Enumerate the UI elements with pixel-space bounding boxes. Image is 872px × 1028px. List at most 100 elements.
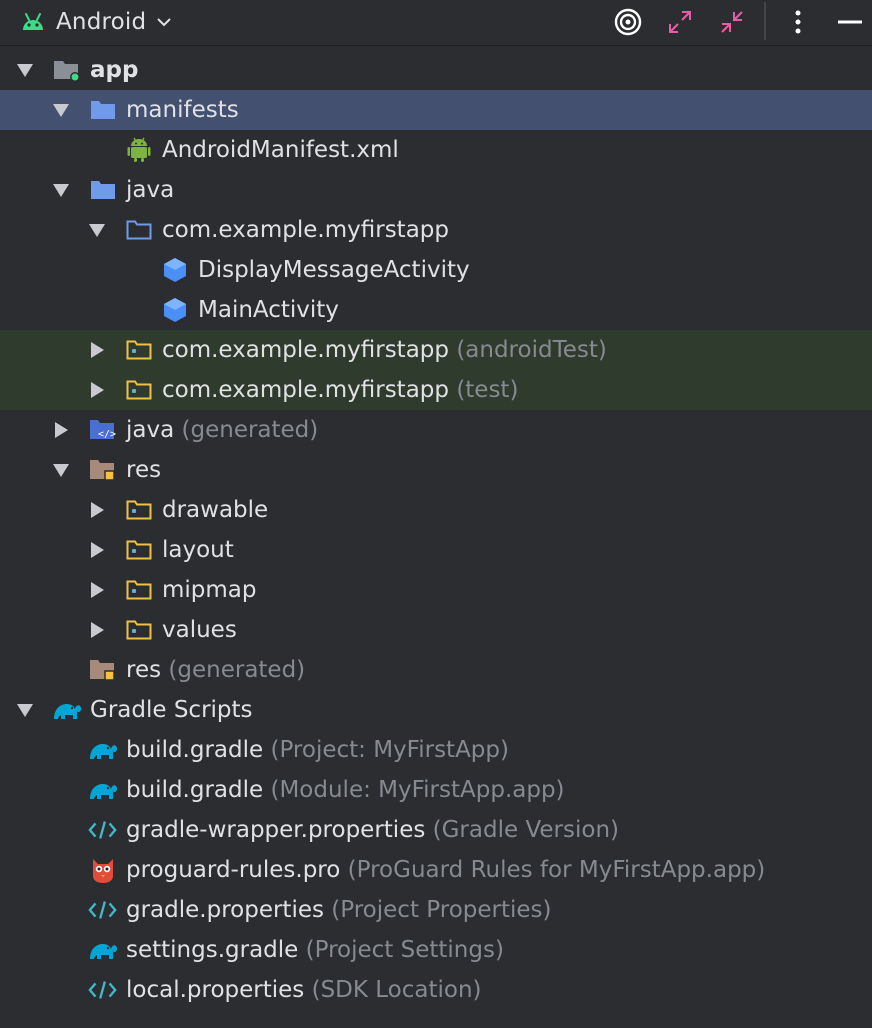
tree-node-label: app xyxy=(90,56,138,84)
tree-node-com-example-myfirstapp[interactable]: com.example.myfirstapp xyxy=(0,210,872,250)
tree-node-label: manifests xyxy=(126,96,239,124)
node-name: MainActivity xyxy=(198,297,339,323)
tree-node-settings-gradle-project-settings[interactable]: settings.gradle (Project Settings) xyxy=(0,930,872,970)
collapsed-arrow-icon[interactable] xyxy=(88,381,106,399)
source-folder-icon xyxy=(124,338,154,362)
tree-node-label: res (generated) xyxy=(126,656,305,684)
tree-node-label: local.properties (SDK Location) xyxy=(126,976,482,1004)
source-folder-icon xyxy=(124,618,154,642)
node-hint: (generated) xyxy=(181,417,319,443)
node-name: gradle-wrapper.properties xyxy=(126,817,426,843)
node-name: drawable xyxy=(162,497,269,523)
node-name: build.gradle xyxy=(126,737,264,763)
tree-node-label: settings.gradle (Project Settings) xyxy=(126,936,504,964)
tree-node-app[interactable]: app xyxy=(0,50,872,90)
tree-node-displaymessageactivity[interactable]: DisplayMessageActivity xyxy=(0,250,872,290)
tree-node-label: DisplayMessageActivity xyxy=(198,256,470,284)
target-icon xyxy=(614,8,642,36)
resource-folder-icon xyxy=(88,458,118,482)
node-name: res xyxy=(126,457,162,483)
node-name: res xyxy=(126,657,162,683)
tree-node-com-example-myfirstapp-test[interactable]: com.example.myfirstapp (test) xyxy=(0,370,872,410)
collapsed-arrow-icon[interactable] xyxy=(88,621,106,639)
tree-node-layout[interactable]: layout xyxy=(0,530,872,570)
node-hint: (test) xyxy=(456,377,519,403)
expanded-arrow-icon[interactable] xyxy=(88,221,106,239)
node-name: build.gradle xyxy=(126,777,264,803)
tree-node-com-example-myfirstapp-androidtest[interactable]: com.example.myfirstapp (androidTest) xyxy=(0,330,872,370)
tree-node-values[interactable]: values xyxy=(0,610,872,650)
tree-node-label: layout xyxy=(162,536,234,564)
tree-node-local-properties-sdk-location[interactable]: local.properties (SDK Location) xyxy=(0,970,872,1010)
tree-node-label: build.gradle (Project: MyFirstApp) xyxy=(126,736,509,764)
node-name: local.properties xyxy=(126,977,305,1003)
collapsed-arrow-icon[interactable] xyxy=(88,541,106,559)
node-name: Gradle Scripts xyxy=(90,697,253,723)
package-folder-icon xyxy=(124,218,154,242)
source-folder-icon xyxy=(124,578,154,602)
tree-node-label: com.example.myfirstapp xyxy=(162,216,449,244)
chevron-down-icon xyxy=(156,16,172,28)
source-folder-icon xyxy=(124,498,154,522)
tree-node-build-gradle-module-myfirstapp-app[interactable]: build.gradle (Module: MyFirstApp.app) xyxy=(0,770,872,810)
source-folder-icon xyxy=(124,538,154,562)
project-tree: app manifests AndroidManifest.xml java com.e… xyxy=(0,50,872,1010)
tree-node-res-generated[interactable]: res (generated) xyxy=(0,650,872,690)
tree-node-gradle-properties-project-properties[interactable]: gradle.properties (Project Properties) xyxy=(0,890,872,930)
collapse-all-button[interactable] xyxy=(716,6,748,38)
options-button[interactable] xyxy=(782,6,814,38)
node-name: layout xyxy=(162,537,234,563)
tree-node-mipmap[interactable]: mipmap xyxy=(0,570,872,610)
tree-node-proguard-rules-pro-proguard-rules-for-myfirstapp-app[interactable]: proguard-rules.pro (ProGuard Rules for M… xyxy=(0,850,872,890)
expand-all-button[interactable] xyxy=(664,6,696,38)
tree-node-manifests[interactable]: manifests xyxy=(0,90,872,130)
collapsed-arrow-icon[interactable] xyxy=(88,341,106,359)
tree-node-label: com.example.myfirstapp (test) xyxy=(162,376,518,404)
tree-node-label: build.gradle (Module: MyFirstApp.app) xyxy=(126,776,565,804)
view-selector-dropdown[interactable]: Android xyxy=(20,6,172,38)
folder-icon xyxy=(88,98,118,122)
expanded-arrow-icon[interactable] xyxy=(52,461,70,479)
node-name: DisplayMessageActivity xyxy=(198,257,470,283)
expanded-arrow-icon[interactable] xyxy=(16,61,34,79)
collapsed-arrow-icon[interactable] xyxy=(52,421,70,439)
class-icon xyxy=(160,258,190,282)
select-opened-file-button[interactable] xyxy=(612,6,644,38)
node-name: gradle.properties xyxy=(126,897,324,923)
resource-folder-icon xyxy=(88,658,118,682)
android-file-icon xyxy=(124,137,154,162)
hide-panel-button[interactable] xyxy=(834,6,866,38)
node-name: com.example.myfirstapp xyxy=(162,377,449,403)
properties-file-icon xyxy=(88,978,118,1002)
expanded-arrow-icon[interactable] xyxy=(52,101,70,119)
tree-node-build-gradle-project-myfirstapp[interactable]: build.gradle (Project: MyFirstApp) xyxy=(0,730,872,770)
tree-node-java[interactable]: java xyxy=(0,170,872,210)
collapsed-arrow-icon[interactable] xyxy=(88,501,106,519)
gradle-elephant-icon xyxy=(88,938,118,962)
tree-node-java-generated[interactable]: </> java (generated) xyxy=(0,410,872,450)
node-name: com.example.myfirstapp xyxy=(162,217,449,243)
tree-node-gradle-scripts[interactable]: Gradle Scripts xyxy=(0,690,872,730)
tree-node-label: proguard-rules.pro (ProGuard Rules for M… xyxy=(126,856,765,884)
module-folder-icon xyxy=(52,58,82,82)
tree-node-drawable[interactable]: drawable xyxy=(0,490,872,530)
node-hint: (Module: MyFirstApp.app) xyxy=(270,777,565,803)
tree-node-mainactivity[interactable]: MainActivity xyxy=(0,290,872,330)
collapsed-arrow-icon[interactable] xyxy=(88,581,106,599)
tree-node-label: values xyxy=(162,616,237,644)
collapse-icon xyxy=(719,9,745,35)
node-name: AndroidManifest.xml xyxy=(162,137,399,163)
node-hint: (Project: MyFirstApp) xyxy=(270,737,509,763)
node-name: mipmap xyxy=(162,577,257,603)
tree-node-androidmanifest-xml[interactable]: AndroidManifest.xml xyxy=(0,130,872,170)
tree-node-label: gradle.properties (Project Properties) xyxy=(126,896,551,924)
expanded-arrow-icon[interactable] xyxy=(16,701,34,719)
android-icon xyxy=(20,11,46,33)
node-name: com.example.myfirstapp xyxy=(162,337,449,363)
tree-node-gradle-wrapper-properties-gradle-version[interactable]: gradle-wrapper.properties (Gradle Versio… xyxy=(0,810,872,850)
node-name: settings.gradle xyxy=(126,937,299,963)
expanded-arrow-icon[interactable] xyxy=(52,181,70,199)
node-hint: (SDK Location) xyxy=(311,977,482,1003)
tree-node-res[interactable]: res xyxy=(0,450,872,490)
tree-node-label: res xyxy=(126,456,161,484)
